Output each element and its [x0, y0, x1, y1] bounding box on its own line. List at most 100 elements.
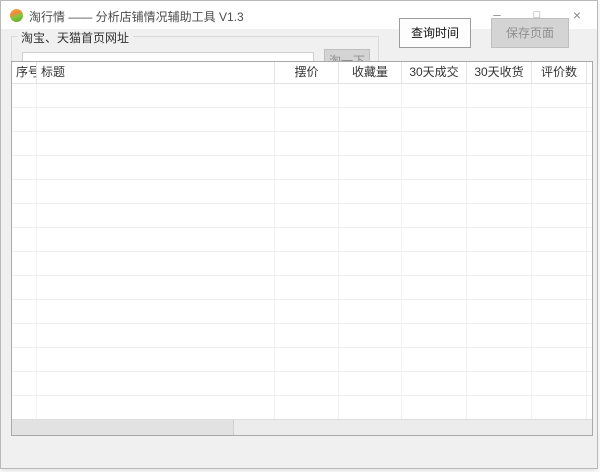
table-cell	[467, 252, 532, 275]
table-cell	[467, 300, 532, 323]
table-cell	[467, 372, 532, 395]
table-cell	[402, 84, 467, 107]
table-cell	[339, 396, 402, 419]
table-cell	[532, 300, 587, 323]
table-row	[12, 300, 592, 324]
table-cell	[12, 276, 37, 299]
table-cell	[12, 156, 37, 179]
column-header-title[interactable]: 标题	[37, 62, 275, 84]
table-cell	[532, 204, 587, 227]
table-cell	[339, 300, 402, 323]
table-cell	[37, 324, 275, 347]
table-row	[12, 396, 592, 419]
table-cell	[532, 252, 587, 275]
table-row	[12, 84, 592, 108]
table-cell	[339, 228, 402, 251]
save-page-button[interactable]: 保存页面	[491, 18, 569, 48]
table-cell	[532, 348, 587, 371]
table-cell	[402, 300, 467, 323]
table-cell	[402, 204, 467, 227]
table-cell	[37, 84, 275, 107]
column-header-price[interactable]: 摆价	[275, 62, 339, 84]
table-cell	[275, 372, 339, 395]
url-groupbox-label: 淘宝、天猫首页网址	[17, 29, 134, 46]
table-cell	[275, 108, 339, 131]
horizontal-scrollbar[interactable]	[12, 419, 592, 435]
table-row	[12, 180, 592, 204]
table-cell	[467, 204, 532, 227]
column-header-30day-deals[interactable]: 30天成交	[402, 62, 467, 84]
table-cell	[37, 108, 275, 131]
table-row	[12, 252, 592, 276]
table-cell	[37, 204, 275, 227]
table-cell	[587, 84, 592, 107]
table-cell	[37, 252, 275, 275]
table-cell	[275, 348, 339, 371]
table-cell	[532, 228, 587, 251]
table-cell	[339, 156, 402, 179]
table-cell	[587, 396, 592, 419]
table-cell	[402, 180, 467, 203]
table-cell	[587, 252, 592, 275]
table-cell	[587, 276, 592, 299]
table-cell	[12, 372, 37, 395]
table-cell	[532, 276, 587, 299]
table-cell	[275, 324, 339, 347]
table-cell	[402, 108, 467, 131]
column-header-reviews[interactable]: 评价数	[532, 62, 587, 84]
table-cell	[587, 156, 592, 179]
table-cell	[37, 228, 275, 251]
table-cell	[532, 156, 587, 179]
column-header-30day-received[interactable]: 30天收货	[467, 62, 532, 84]
table-row	[12, 348, 592, 372]
table-cell	[532, 180, 587, 203]
table-cell	[532, 108, 587, 131]
table-cell	[402, 372, 467, 395]
column-header-filler	[587, 62, 592, 84]
table-cell	[467, 276, 532, 299]
table-cell	[37, 372, 275, 395]
table-cell	[339, 252, 402, 275]
table-cell	[275, 180, 339, 203]
column-header-index[interactable]: 序号	[12, 62, 37, 84]
table-cell	[12, 132, 37, 155]
results-table[interactable]: 序号 标题 摆价 收藏量 30天成交 30天收货 评价数	[11, 61, 593, 436]
table-cell	[532, 372, 587, 395]
table-cell	[587, 228, 592, 251]
table-cell	[467, 84, 532, 107]
table-row	[12, 324, 592, 348]
table-row	[12, 132, 592, 156]
scrollbar-thumb[interactable]	[12, 420, 234, 435]
table-cell	[37, 156, 275, 179]
table-cell	[587, 300, 592, 323]
table-cell	[402, 156, 467, 179]
table-cell	[532, 84, 587, 107]
table-row	[12, 372, 592, 396]
table-cell	[12, 300, 37, 323]
app-icon	[10, 9, 23, 22]
table-cell	[467, 228, 532, 251]
window-title: 淘行情 —— 分析店铺情况辅助工具 V1.3	[29, 10, 244, 24]
column-header-favorites[interactable]: 收藏量	[339, 62, 402, 84]
table-cell	[275, 252, 339, 275]
table-cell	[467, 396, 532, 419]
table-cell	[12, 324, 37, 347]
table-cell	[37, 132, 275, 155]
table-cell	[339, 180, 402, 203]
table-cell	[587, 204, 592, 227]
table-cell	[275, 228, 339, 251]
table-cell	[587, 180, 592, 203]
table-cell	[339, 204, 402, 227]
app-window: 淘行情 —— 分析店铺情况辅助工具 V1.3 – □ × 淘宝、天猫首页网址 淘…	[0, 0, 598, 469]
table-cell	[37, 348, 275, 371]
table-cell	[339, 324, 402, 347]
table-cell	[37, 276, 275, 299]
table-cell	[467, 348, 532, 371]
table-row	[12, 156, 592, 180]
table-cell	[402, 252, 467, 275]
query-time-button[interactable]: 查询时间	[399, 18, 471, 48]
table-cell	[12, 180, 37, 203]
table-cell	[339, 348, 402, 371]
table-cell	[339, 276, 402, 299]
table-header: 序号 标题 摆价 收藏量 30天成交 30天收货 评价数	[12, 62, 592, 84]
